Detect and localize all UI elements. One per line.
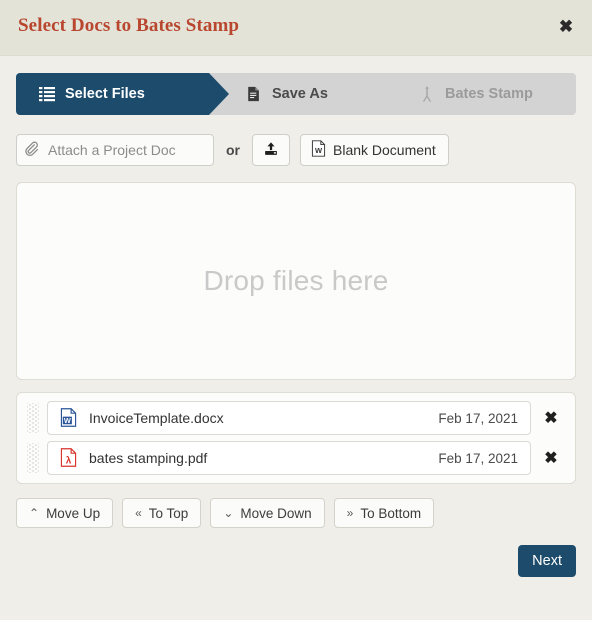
- to-top-label: To Top: [148, 505, 189, 521]
- table-row[interactable]: W InvoiceTemplate.docx Feb 17, 2021 ✖: [27, 401, 565, 435]
- next-button[interactable]: Next: [518, 545, 576, 577]
- file-name: bates stamping.pdf: [89, 450, 208, 466]
- attach-controls: or W Blank Document: [16, 134, 576, 166]
- word-document-icon: W: [311, 140, 326, 160]
- step-save-as[interactable]: Save As: [209, 73, 402, 115]
- file-item[interactable]: W InvoiceTemplate.docx Feb 17, 2021: [47, 401, 531, 435]
- move-up-button[interactable]: ⌃ Move Up: [16, 498, 114, 528]
- remove-file-button[interactable]: ✖: [537, 448, 565, 468]
- word-file-icon: W: [60, 408, 78, 428]
- step-select-files[interactable]: Select Files: [16, 73, 229, 115]
- chevron-double-down-icon: »: [346, 506, 354, 520]
- file-date: Feb 17, 2021: [438, 450, 518, 466]
- move-up-label: Move Up: [46, 505, 101, 521]
- chevron-down-icon: ⌄: [223, 506, 234, 520]
- blank-document-button[interactable]: W Blank Document: [300, 134, 449, 166]
- document-icon: [245, 85, 263, 103]
- step-label: Bates Stamp: [445, 86, 533, 102]
- dropzone-label: Drop files here: [203, 265, 389, 296]
- to-bottom-button[interactable]: » To Bottom: [333, 498, 435, 528]
- svg-text:W: W: [315, 146, 323, 155]
- search-input[interactable]: [16, 134, 214, 166]
- step-bates-stamp[interactable]: Bates Stamp: [382, 73, 576, 115]
- drag-handle-icon[interactable]: [27, 443, 39, 473]
- svg-text:λ: λ: [66, 455, 72, 466]
- blank-document-label: Blank Document: [333, 142, 436, 158]
- step-progress-bar: Select Files Save As Bates Stamp: [16, 73, 576, 115]
- step-label: Select Files: [65, 86, 145, 102]
- to-top-button[interactable]: « To Top: [122, 498, 202, 528]
- close-icon[interactable]: ✖: [552, 12, 580, 40]
- to-bottom-label: To Bottom: [360, 505, 422, 521]
- dialog-body: Select Files Save As Bates Stamp Attach …: [0, 73, 592, 577]
- upload-icon: [263, 141, 279, 160]
- step-label: Save As: [272, 86, 328, 102]
- attach-project-doc-field: [16, 134, 214, 166]
- list-icon: [38, 85, 56, 103]
- upload-button[interactable]: [252, 134, 290, 166]
- table-row[interactable]: λ bates stamping.pdf Feb 17, 2021 ✖: [27, 441, 565, 475]
- file-name: InvoiceTemplate.docx: [89, 410, 224, 426]
- file-item[interactable]: λ bates stamping.pdf Feb 17, 2021: [47, 441, 531, 475]
- chevron-up-icon: ⌃: [29, 506, 40, 520]
- page-title: Select Docs to Bates Stamp: [18, 15, 240, 36]
- stamp-icon: [418, 85, 436, 103]
- move-down-label: Move Down: [240, 505, 312, 521]
- file-date: Feb 17, 2021: [438, 410, 518, 426]
- dialog-header: Select Docs to Bates Stamp ✖: [0, 0, 592, 56]
- or-separator-label: or: [226, 142, 240, 158]
- file-dropzone[interactable]: Drop files here: [16, 182, 576, 380]
- remove-file-button[interactable]: ✖: [537, 408, 565, 428]
- move-down-button[interactable]: ⌄ Move Down: [210, 498, 325, 528]
- svg-text:W: W: [64, 416, 71, 425]
- pdf-file-icon: λ: [60, 448, 78, 468]
- selected-files-list: W InvoiceTemplate.docx Feb 17, 2021 ✖ λ: [16, 392, 576, 484]
- reorder-controls: ⌃ Move Up « To Top ⌄ Move Down » To Bott…: [16, 498, 576, 528]
- dialog-footer: Next: [16, 545, 576, 577]
- chevron-double-up-icon: «: [135, 506, 142, 520]
- drag-handle-icon[interactable]: [27, 403, 39, 433]
